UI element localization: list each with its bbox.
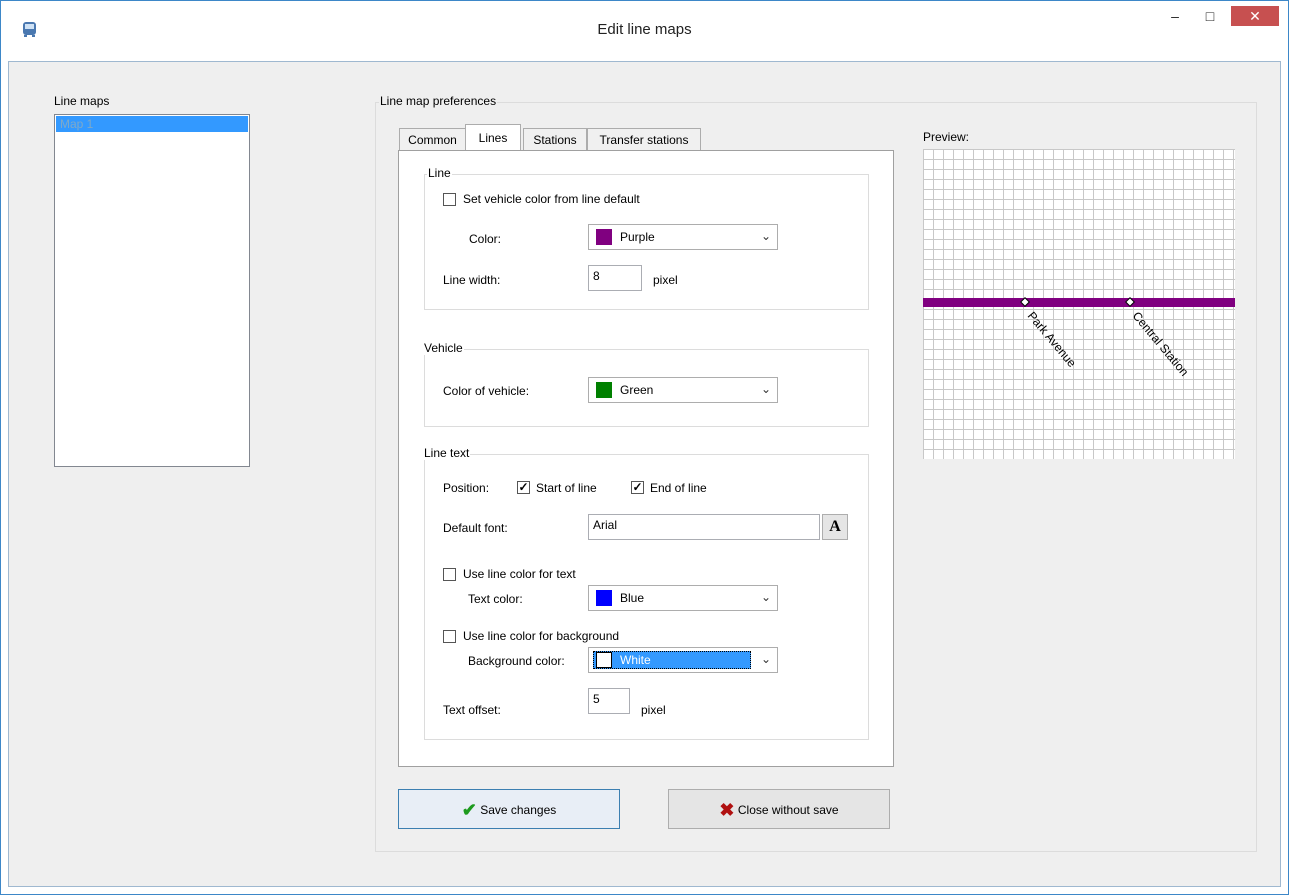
station-label: Park Avenue — [1025, 309, 1080, 370]
line-maps-label: Line maps — [54, 94, 110, 108]
use-line-color-bg-checkbox[interactable] — [443, 630, 456, 643]
close-button[interactable]: ✕ — [1231, 6, 1279, 26]
color-swatch — [596, 590, 612, 606]
maximize-button[interactable]: □ — [1195, 6, 1225, 26]
text-color-value: Blue — [620, 591, 645, 605]
use-line-color-text-checkbox[interactable] — [443, 568, 456, 581]
vehicle-color-dropdown[interactable]: Green ⌄ — [588, 377, 778, 403]
close-without-save-label: Close without save — [737, 802, 839, 817]
vehicle-group-title: Vehicle — [423, 341, 464, 355]
start-of-line-checkbox[interactable]: ✓ — [517, 481, 530, 494]
text-offset-label: Text offset: — [443, 703, 501, 717]
color-swatch — [596, 382, 612, 398]
tab-stations[interactable]: Stations — [523, 128, 587, 150]
client-area: Line maps Map 1 Line map preferences Com… — [8, 61, 1281, 887]
chevron-down-icon: ⌄ — [760, 652, 771, 666]
list-item[interactable]: Map 1 — [56, 116, 248, 132]
line-width-input[interactable]: 8 — [588, 265, 642, 291]
line-maps-list[interactable]: Map 1 — [54, 114, 250, 467]
vehicle-group: Vehicle Color of vehicle: Green ⌄ — [423, 341, 869, 427]
text-color-label: Text color: — [468, 592, 523, 606]
line-color-value: Purple — [620, 230, 655, 244]
preview-label: Preview: — [923, 130, 970, 144]
checkmark-icon: ✔ — [461, 799, 477, 820]
end-of-line-label: End of line — [650, 481, 707, 495]
line-group: Line Set vehicle color from line default… — [424, 166, 869, 310]
chevron-down-icon: ⌄ — [760, 590, 771, 604]
chevron-down-icon: ⌄ — [760, 382, 771, 396]
text-offset-input[interactable]: 5 — [588, 688, 630, 714]
lines-tab-panel: Line Set vehicle color from line default… — [398, 150, 894, 767]
bg-color-dropdown[interactable]: White ⌄ — [588, 647, 778, 673]
station-label: Central Station — [1130, 309, 1192, 379]
start-of-line-label: Start of line — [536, 481, 597, 495]
preview-line — [923, 298, 1235, 307]
line-width-unit: pixel — [653, 273, 678, 287]
line-text-group-title: Line text — [423, 446, 471, 460]
use-line-color-bg-label: Use line color for background — [463, 629, 620, 643]
window-title: Edit line maps — [597, 21, 692, 38]
use-line-color-text-label: Use line color for text — [463, 567, 576, 581]
tab-transfer-stations[interactable]: Transfer stations — [587, 128, 701, 150]
save-changes-label: Save changes — [480, 802, 557, 817]
close-without-save-button[interactable]: ✖ Close without save — [668, 789, 890, 829]
vehicle-color-value: Green — [620, 383, 654, 397]
set-vehicle-color-checkbox[interactable] — [443, 193, 456, 206]
line-text-group: Line text Position: ✓ Start of line ✓ En… — [423, 446, 869, 740]
line-color-dropdown[interactable]: Purple ⌄ — [588, 224, 778, 250]
color-swatch — [596, 652, 612, 668]
bg-color-label: Background color: — [468, 654, 565, 668]
font-picker-button[interactable]: A — [822, 514, 848, 540]
default-font-input[interactable]: Arial — [588, 514, 820, 540]
tab-lines[interactable]: Lines — [465, 124, 521, 150]
text-color-dropdown[interactable]: Blue ⌄ — [588, 585, 778, 611]
line-map-preview: Park Avenue Central Station — [923, 149, 1235, 459]
x-icon: ✖ — [719, 799, 735, 820]
end-of-line-checkbox[interactable]: ✓ — [631, 481, 644, 494]
color-swatch — [596, 229, 612, 245]
line-color-label: Color: — [469, 232, 502, 246]
tab-common[interactable]: Common — [399, 128, 466, 150]
bg-color-value: White — [620, 653, 651, 667]
preview-canvas: Park Avenue Central Station — [923, 297, 1235, 379]
default-font-label: Default font: — [443, 521, 508, 535]
selection-highlight — [593, 651, 751, 669]
line-width-label: Line width: — [443, 273, 501, 287]
title-bar: Edit line maps – □ ✕ — [1, 1, 1288, 61]
minimize-button[interactable]: – — [1160, 6, 1190, 26]
preferences-group-title: Line map preferences — [379, 94, 498, 108]
edit-line-maps-window: Edit line maps – □ ✕ Line maps Map 1 Lin… — [0, 0, 1289, 895]
set-vehicle-color-label: Set vehicle color from line default — [463, 192, 640, 206]
save-changes-button[interactable]: ✔ Save changes — [398, 789, 620, 829]
vehicle-color-label: Color of vehicle: — [443, 384, 530, 398]
chevron-down-icon: ⌄ — [760, 229, 771, 243]
line-group-title: Line — [427, 166, 452, 180]
position-label: Position: — [443, 481, 490, 495]
text-offset-unit: pixel — [641, 703, 666, 717]
